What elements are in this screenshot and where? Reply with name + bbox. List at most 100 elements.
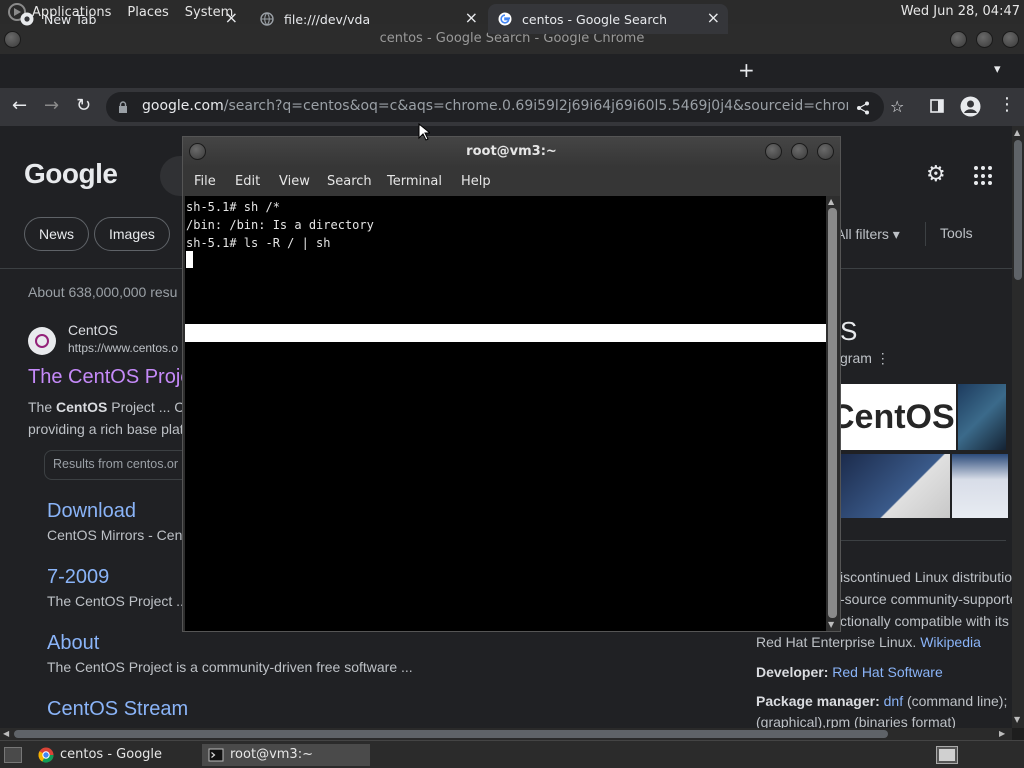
tools-divider — [925, 222, 926, 246]
result-site-name[interactable]: CentOS — [68, 322, 118, 338]
terminal-window[interactable]: root@vm3:~ File Edit View Search Termina… — [182, 136, 841, 632]
kp-image-thumb[interactable] — [958, 384, 1006, 450]
tab-label: New Tab — [44, 11, 97, 27]
terminal-maximize-button[interactable] — [791, 143, 808, 160]
back-arrow-icon[interactable]: ← — [12, 94, 27, 118]
sublink-centos-stream[interactable]: CentOS Stream — [47, 698, 188, 721]
tab-new-tab[interactable]: New Tab × — [8, 4, 246, 34]
sublink-desc: CentOS Mirrors - Cent — [47, 527, 187, 543]
close-tab-icon[interactable]: × — [465, 10, 478, 26]
results-from-site-button[interactable]: Results from centos.or — [44, 450, 204, 480]
url-text[interactable]: google.com/search?q=centos&oq=c&aqs=chro… — [142, 98, 848, 114]
centos-logo-image[interactable]: CentOS — [838, 384, 956, 450]
knowledge-panel-subtitle: gram ⋮ — [840, 350, 890, 366]
scroll-down-arrow-icon[interactable]: ▼ — [828, 621, 834, 629]
kp-package-manager-row-2: (graphical),rpm (binaries format) — [756, 714, 956, 728]
page-horizontal-scrollbar[interactable]: ◀ ▶ — [0, 728, 1012, 740]
tab-file-dev-vda[interactable]: file:///dev/vda × — [248, 4, 486, 34]
new-tab-plus-icon[interactable]: + — [738, 58, 755, 82]
scroll-down-arrow-icon[interactable]: ▼ — [1014, 716, 1020, 724]
terminal-titlebar[interactable]: root@vm3:~ — [183, 137, 840, 167]
terminal-line: sh-5.1# ls -R / | sh — [186, 236, 331, 250]
terminal-render-artifact — [185, 324, 826, 342]
terminal-window-menu-button[interactable] — [189, 143, 206, 160]
tab-centos-google-search[interactable]: centos - Google Search × — [488, 4, 728, 34]
sublink-desc: The CentOS Project is a community-driven… — [47, 659, 413, 675]
task-terminal[interactable]: root@vm3:~ — [202, 744, 370, 766]
show-desktop-icon[interactable] — [4, 747, 22, 763]
address-bar[interactable]: google.com/search?q=centos&oq=c&aqs=chro… — [106, 92, 904, 122]
browser-toolbar: ← → ↻ google.com/search?q=centos&oq=c&aq… — [0, 88, 1024, 126]
terminal-menu-view[interactable]: View — [279, 174, 310, 189]
close-window-button[interactable] — [1002, 31, 1019, 48]
kebab-menu-icon[interactable]: ⋮ — [998, 94, 1016, 115]
scrollbar-thumb[interactable] — [14, 730, 888, 738]
scroll-up-arrow-icon[interactable]: ▲ — [828, 198, 834, 206]
task-chrome[interactable]: centos - Google Sea... — [32, 744, 200, 766]
terminal-line: /bin: /bin: Is a directory — [186, 218, 374, 232]
result-count: About 638,000,000 resu — [28, 284, 178, 300]
close-tab-icon[interactable]: × — [707, 10, 720, 26]
maximize-button[interactable] — [976, 31, 993, 48]
kp-package-manager-row: Package manager: dnf (command line); P — [756, 693, 1012, 709]
chrome-icon — [20, 12, 34, 26]
scrollbar-thumb[interactable] — [828, 208, 837, 618]
globe-icon — [260, 12, 274, 26]
terminal-menu-file[interactable]: File — [194, 174, 216, 189]
gear-icon[interactable]: ⚙ — [926, 164, 948, 186]
scroll-up-arrow-icon[interactable]: ▲ — [1014, 129, 1020, 137]
terminal-scrollbar[interactable]: ▲ ▼ — [826, 196, 839, 631]
google-apps-icon[interactable] — [974, 166, 994, 186]
bookmark-star-icon[interactable]: ☆ — [890, 97, 904, 116]
chip-images[interactable]: Images — [94, 217, 170, 251]
share-icon[interactable] — [856, 101, 870, 115]
kp-image-thumb[interactable] — [952, 454, 1008, 518]
close-tab-icon[interactable]: × — [225, 10, 238, 26]
terminal-minimize-button[interactable] — [765, 143, 782, 160]
result-snippet: The CentOS Project ... Co providing a ri… — [28, 399, 193, 437]
page-vertical-scrollbar[interactable]: ▲ ▼ — [1012, 126, 1024, 728]
google-g-icon — [498, 12, 512, 26]
panel-clock[interactable]: Wed Jun 28, 04:47 — [901, 4, 1020, 19]
terminal-menu-edit[interactable]: Edit — [235, 174, 260, 189]
tools-button[interactable]: Tools — [940, 225, 973, 241]
workspace-switcher[interactable] — [936, 746, 958, 764]
kp-image-thumb[interactable] — [838, 454, 950, 518]
scroll-left-arrow-icon[interactable]: ◀ — [3, 730, 9, 738]
mouse-pointer-icon — [418, 123, 430, 141]
minimize-button[interactable] — [950, 31, 967, 48]
reload-icon[interactable]: ↻ — [76, 94, 91, 118]
kp-description: iscontinued Linux distributio -source co… — [840, 569, 1012, 629]
scrollbar-thumb[interactable] — [1014, 140, 1022, 280]
terminal-screen[interactable]: sh-5.1# sh /* /bin: /bin: Is a directory… — [185, 196, 826, 631]
terminal-menu-search[interactable]: Search — [327, 174, 372, 189]
developer-link[interactable]: Red Hat Software — [832, 664, 943, 680]
sublink-7-2009[interactable]: 7-2009 — [47, 566, 109, 589]
all-filters-button[interactable]: All filters ▾ — [836, 226, 900, 243]
result-title-link[interactable]: The CentOS Proje — [28, 366, 191, 389]
sublink-about[interactable]: About — [47, 632, 99, 655]
lock-icon — [119, 101, 127, 113]
forward-arrow-icon[interactable]: → — [44, 94, 59, 118]
terminal-icon — [208, 748, 224, 762]
google-logo[interactable]: Google — [24, 158, 118, 190]
tab-strip — [0, 54, 1024, 88]
wikipedia-link[interactable]: Wikipedia — [920, 634, 981, 650]
scroll-right-arrow-icon[interactable]: ▶ — [999, 730, 1005, 738]
chrome-icon — [38, 747, 54, 763]
side-panel-icon[interactable] — [930, 99, 944, 113]
terminal-menubar: File Edit View Search Terminal Help — [183, 167, 840, 196]
more-options-icon[interactable]: ⋮ — [876, 350, 890, 366]
bottom-taskbar: centos - Google Sea... root@vm3:~ — [0, 740, 1024, 768]
tab-search-chevron-icon[interactable]: ▾ — [994, 62, 1001, 77]
terminal-close-button[interactable] — [817, 143, 834, 160]
profile-avatar-icon[interactable] — [960, 96, 981, 117]
chip-news[interactable]: News — [24, 217, 90, 251]
terminal-menu-terminal[interactable]: Terminal — [387, 174, 442, 189]
terminal-line: sh-5.1# sh /* — [186, 200, 280, 214]
terminal-title: root@vm3:~ — [466, 144, 557, 159]
sublink-download[interactable]: Download — [47, 500, 136, 523]
terminal-menu-help[interactable]: Help — [461, 174, 491, 189]
result-site-url[interactable]: https://www.centos.o — [68, 341, 178, 355]
dnf-link[interactable]: dnf — [884, 693, 903, 709]
